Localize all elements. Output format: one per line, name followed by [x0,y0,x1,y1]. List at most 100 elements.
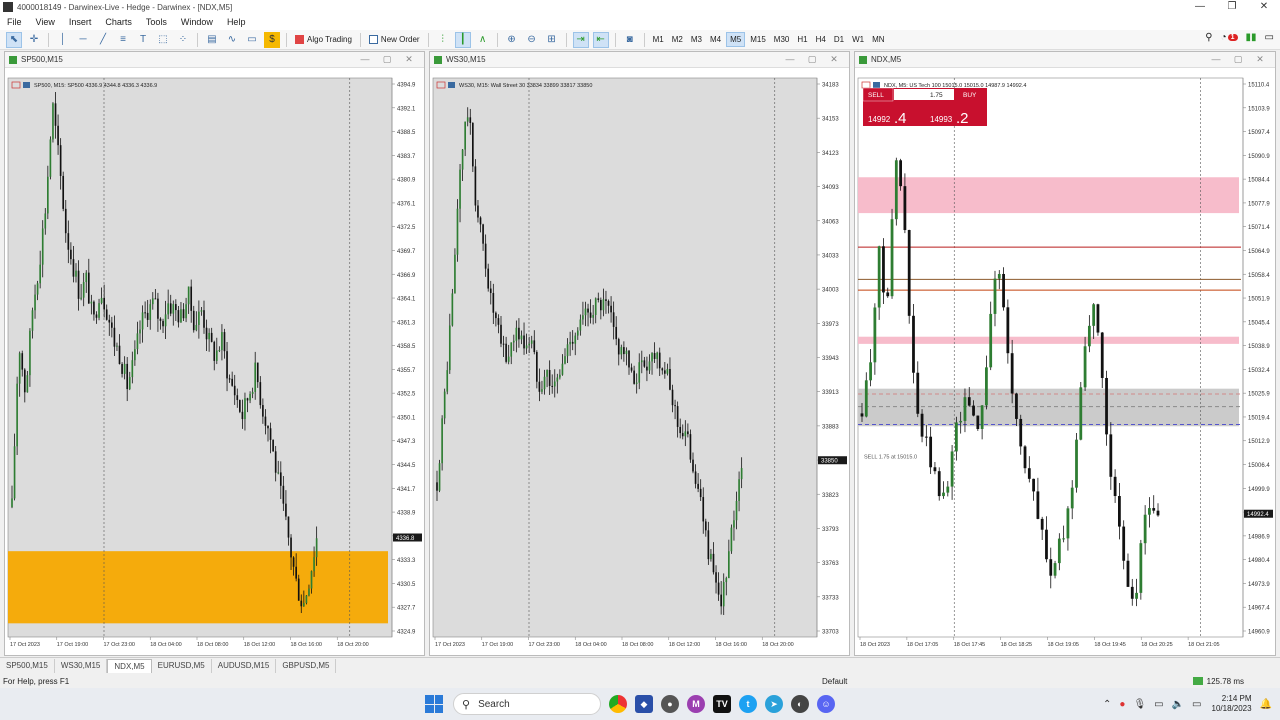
candle-body [1139,543,1143,593]
signal-icon[interactable]: ▮▮ [1246,32,1257,43]
timeframe-m3[interactable]: M3 [688,33,705,46]
x-tick-label: 17 Oct 23:00 [104,642,136,648]
timeframe-h4[interactable]: H4 [813,33,829,46]
app-robot-icon[interactable]: ● [661,695,679,713]
restore-button[interactable]: ❐ [1216,0,1248,14]
candles-icon[interactable]: ┃ [454,31,471,48]
objects-icon[interactable]: ⁘ [175,32,191,48]
timeframe-mn[interactable]: MN [869,33,887,46]
shapes-icon[interactable]: ⬚ [155,32,171,48]
screenshot-icon[interactable]: ◙ [622,32,638,48]
chart-window-sp500[interactable]: SP500,M15 — ▢ ✕ 4394.9 4392.1 4388.5 4383.7 43… [4,51,425,656]
bar-chart-icon[interactable]: ⫶ [435,32,451,48]
timeframe-h1[interactable]: H1 [794,33,810,46]
tab-gbpusd[interactable]: GBPUSD,M5 [276,658,337,673]
vertical-line-icon[interactable]: │ [55,32,71,48]
notifications-icon[interactable]: ◔ 1 [1221,32,1238,43]
tile-windows-icon[interactable]: ⊞ [544,32,560,48]
x-tick-label: 18 Oct 08:00 [197,642,229,648]
market-icon[interactable]: $ [264,31,280,48]
chevron-up-icon[interactable]: ⌃ [1103,699,1111,710]
close-button[interactable]: ✕ [1248,0,1280,14]
minimize-button[interactable]: — [1184,0,1216,14]
panel-restore-button[interactable]: ▢ [1227,54,1249,65]
templates-icon[interactable]: ▭ [244,32,260,48]
trendline-icon[interactable]: ╱ [95,32,111,48]
chrome-icon[interactable] [609,695,627,713]
tab-audusd[interactable]: AUDUSD,M15 [212,658,277,673]
timeframe-m4[interactable]: M4 [707,33,724,46]
tab-ws30[interactable]: WS30,M15 [55,658,108,673]
zoom-out-icon[interactable]: ⊖ [524,32,540,48]
channel-icon[interactable]: ≡ [115,32,131,48]
indicators-icon[interactable]: ∿ [224,32,240,48]
panel-restore-button[interactable]: ▢ [801,54,823,65]
search-icon[interactable]: ⚲ [1205,32,1212,43]
menu-tools[interactable]: Tools [139,17,174,27]
notification-bell-icon[interactable]: 🔔 [1260,699,1272,710]
panel-close-button[interactable]: ✕ [823,54,845,65]
tab-eurusd[interactable]: EURUSD,M5 [152,658,212,673]
volume-icon[interactable]: 🔈 [1172,699,1184,710]
candle-body [154,298,157,300]
panel-restore-button[interactable]: ▢ [376,54,398,65]
y-tick-label: 15064.9 [1248,249,1270,255]
tray-app-icon[interactable]: ● [1119,699,1125,710]
zoom-in-icon[interactable]: ⊕ [504,32,520,48]
tradingview-icon[interactable]: TV [713,695,731,713]
menu-window[interactable]: Window [174,17,220,27]
one-click-trading-panel[interactable]: SELL 1.75 BUY 14992.4 14993.2 [862,87,987,127]
tab-sp500[interactable]: SP500,M15 [0,658,55,673]
menu-insert[interactable]: Insert [62,17,99,27]
display-icon[interactable]: ▭ [1154,699,1163,710]
timeframe-m1[interactable]: M1 [650,33,667,46]
chart-window-ws30[interactable]: WS30,M15 — ▢ ✕ 34183 34153 34123 34093 34063 34… [429,51,850,656]
twitter-icon[interactable]: t [739,695,757,713]
ws30-chart[interactable]: 34183 34153 34123 34093 34063 34033 34003 33973… [430,68,849,655]
clock[interactable]: 2:14 PM 10/18/2023 [1212,694,1252,714]
timeframe-m5[interactable]: M5 [726,32,746,47]
microphone-icon[interactable]: 🎙 [1133,699,1146,710]
candle-body [505,343,507,362]
account-icon[interactable]: ▭ [1265,32,1274,43]
battery-icon[interactable]: ▭ [1192,699,1201,710]
crosshair-icon[interactable]: ✛ [26,32,42,48]
timeframe-d1[interactable]: D1 [831,33,847,46]
menu-help[interactable]: Help [220,17,253,27]
menu-file[interactable]: File [0,17,29,27]
cursor-icon[interactable]: ⬉ [6,31,22,48]
new-order-button[interactable]: New Order [365,35,424,44]
sp500-chart[interactable]: 4394.9 4392.1 4388.5 4383.7 4380.9 4376.1 4372… [5,68,424,655]
taskbar-search[interactable]: ⚲ Search [453,693,601,715]
current-price-label: 14992.4 [1247,512,1269,518]
timeframe-m15[interactable]: M15 [747,33,769,46]
timeframe-m30[interactable]: M30 [771,33,793,46]
ndx-chart[interactable]: 15110.4 15103.9 15097.4 15090.9 15084.4 15077… [855,68,1275,655]
timeframe-w1[interactable]: W1 [849,33,867,46]
panel-minimize-button[interactable]: — [1205,54,1227,65]
app-circle-icon[interactable]: ◐ [791,695,809,713]
menu-view[interactable]: View [29,17,62,27]
chart-type-icon[interactable]: ▤ [204,32,220,48]
panel-minimize-button[interactable]: — [354,54,376,65]
discord-icon[interactable]: ☺ [817,695,835,713]
connection-status[interactable]: 125.78 ms [1192,677,1244,686]
panel-close-button[interactable]: ✕ [398,54,420,65]
app-diamond-icon[interactable]: ◆ [635,695,653,713]
chart-window-ndx[interactable]: NDX,M5 — ▢ ✕ 15110.4 15103.9 15097.4 15090.9 1… [854,51,1276,656]
tab-ndx[interactable]: NDX,M5 [107,658,152,673]
menu-charts[interactable]: Charts [98,17,139,27]
profile-name[interactable]: Default [822,677,847,686]
horizontal-line-icon[interactable]: ─ [75,32,91,48]
telegram-icon[interactable]: ➤ [765,695,783,713]
timeframe-m2[interactable]: M2 [669,33,686,46]
auto-scroll-icon[interactable]: ⇥ [572,31,589,48]
panel-minimize-button[interactable]: — [779,54,801,65]
algo-trading-button[interactable]: Algo Trading [291,35,356,44]
panel-close-button[interactable]: ✕ [1249,54,1271,65]
chart-shift-icon[interactable]: ⇤ [592,31,609,48]
windows-start-icon[interactable] [425,695,443,713]
text-icon[interactable]: T [135,32,151,48]
line-chart-icon[interactable]: ∧ [475,32,491,48]
app-mk-icon[interactable]: M [687,695,705,713]
